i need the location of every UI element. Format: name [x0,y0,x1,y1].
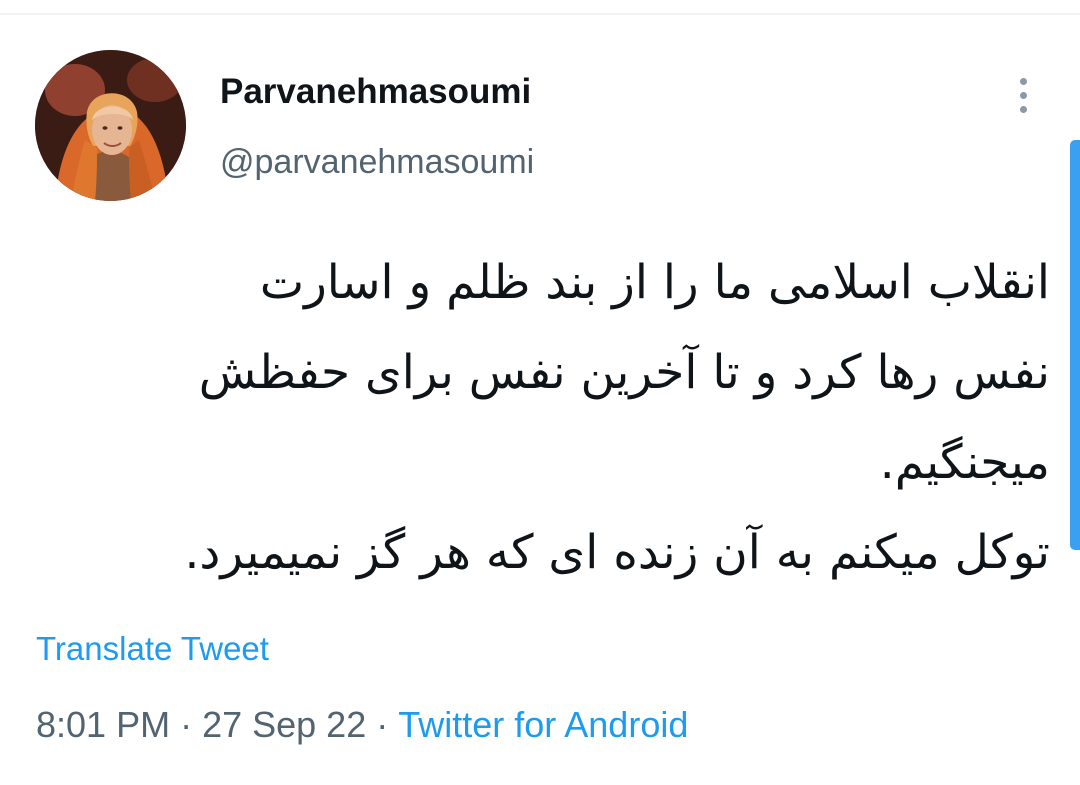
tweet-time[interactable]: 8:01 PM [36,704,170,745]
tweet-card: Parvanehmasoumi @parvanehmasoumi انقلاب … [0,0,1080,785]
tweet-date[interactable]: 27 Sep 22 [202,704,366,745]
tweet-source-link[interactable]: Twitter for Android [398,704,688,745]
scroll-indicator[interactable] [1070,140,1080,550]
more-vertical-icon-dot [1019,91,1027,99]
author-display-name[interactable]: Parvanehmasoumi [220,72,531,112]
top-divider [0,13,1080,15]
tweet-text-line: توکل میکنم به آن زنده ای که هر گز نمیمیر… [184,525,1050,580]
more-vertical-icon-dot [1019,105,1027,113]
avatar-photo-icon [35,50,186,201]
tweet-text-line: نفس رها کرد و تا آخرین نفس برای حفظش [198,345,1050,400]
meta-separator: · [180,704,193,745]
tweet-text-line: انقلاب اسلامی ما را از بند ظلم و اسارت [259,255,1050,310]
translate-tweet-link[interactable]: Translate Tweet [36,630,269,668]
meta-separator: · [376,704,389,745]
more-options-button[interactable] [1005,70,1041,120]
tweet-text: انقلاب اسلامی ما را از بند ظلم و اسارت ن… [90,238,1050,598]
more-vertical-icon [1019,77,1027,85]
tweet-text-line: میجنگیم. [879,435,1050,490]
author-avatar[interactable] [35,50,186,201]
tweet-metadata: 8:01 PM · 27 Sep 22 · Twitter for Android [36,704,688,746]
author-handle[interactable]: @parvanehmasoumi [220,143,534,182]
